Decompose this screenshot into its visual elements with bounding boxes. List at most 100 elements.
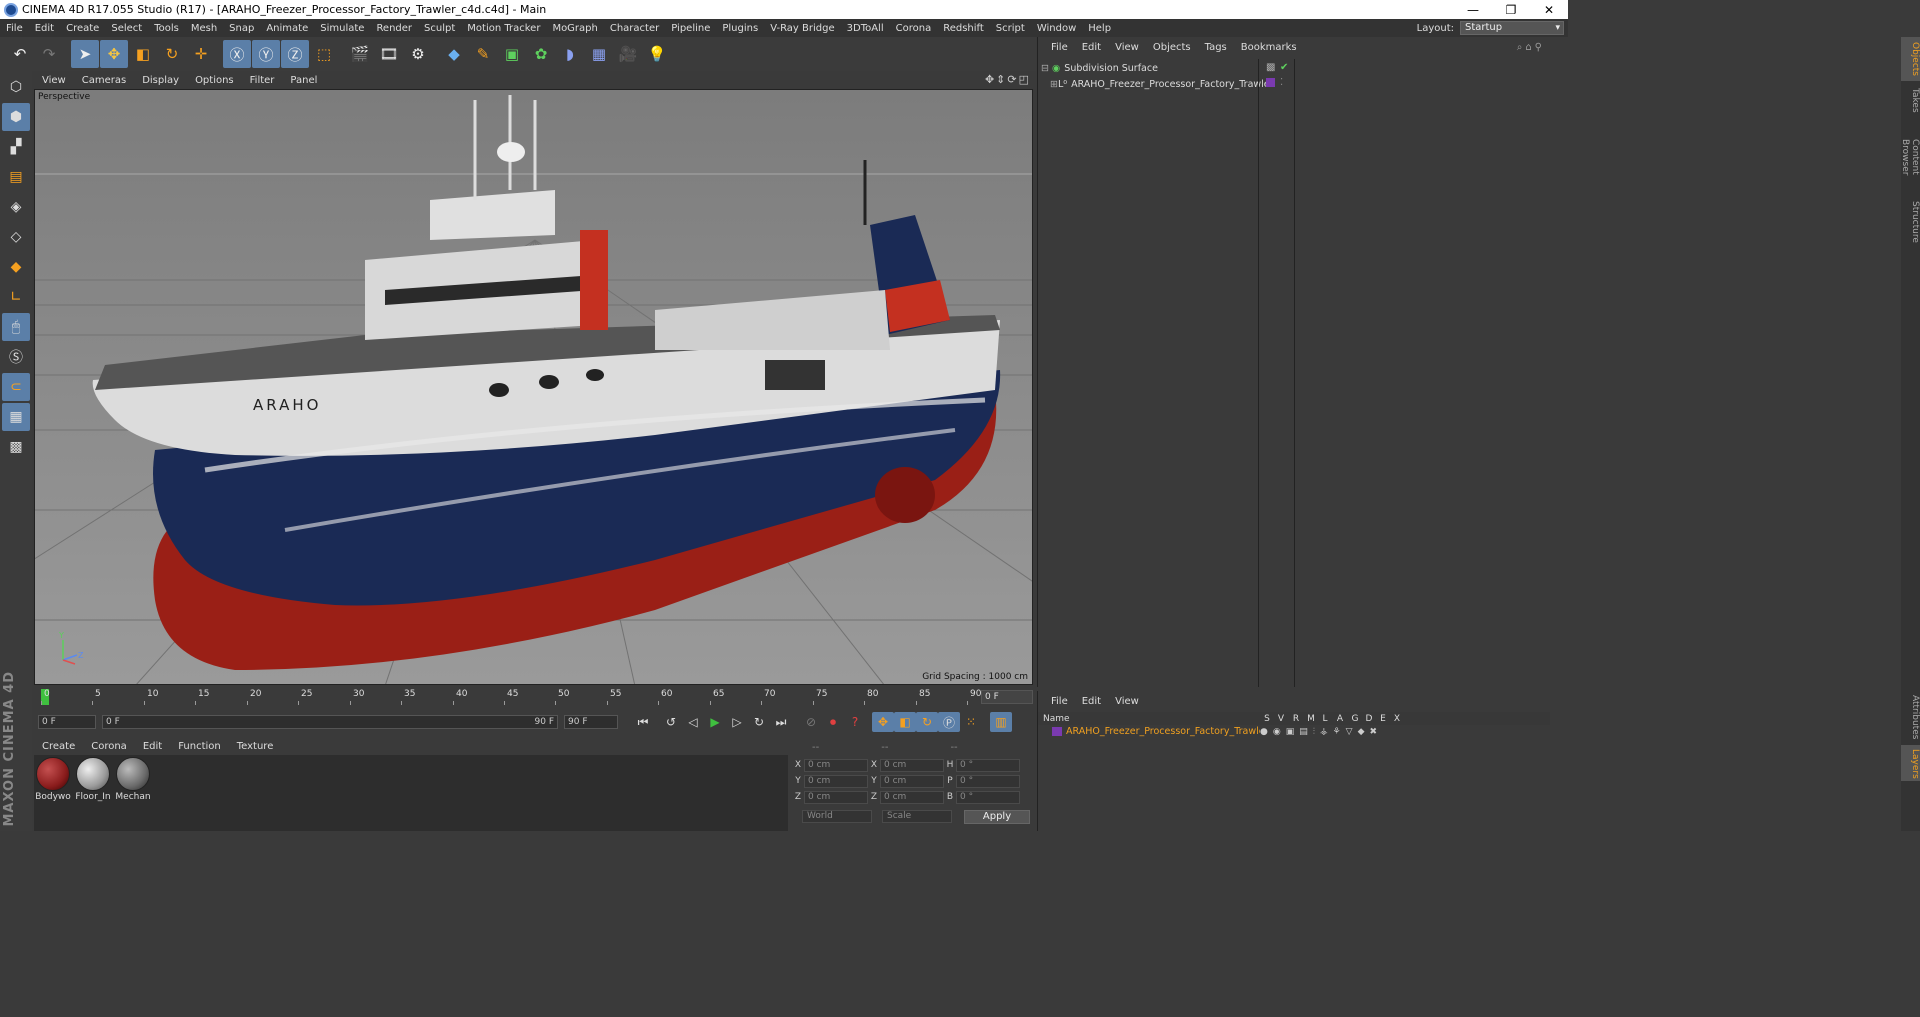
rotation-h-field[interactable]: 0 °: [956, 758, 1020, 772]
select-arrow-icon[interactable]: ➤: [71, 40, 99, 68]
make-editable-icon[interactable]: ⬡: [2, 73, 30, 101]
layer-color-swatch[interactable]: [1266, 78, 1275, 87]
menu-redshift[interactable]: Redshift: [937, 23, 990, 34]
rotation-p-field[interactable]: 0 °: [956, 774, 1020, 788]
subdivision-icon[interactable]: ▣: [498, 40, 526, 68]
menu-pipeline[interactable]: Pipeline: [665, 23, 716, 34]
coordinate-system-icon[interactable]: ⬚: [310, 40, 338, 68]
obj-menu-edit[interactable]: Edit: [1075, 42, 1108, 53]
obj-menu-objects[interactable]: Objects: [1146, 42, 1198, 53]
axis-mode-icon[interactable]: ∟: [2, 283, 30, 311]
lock-workplane-icon[interactable]: ▦: [2, 403, 30, 431]
autokey-icon[interactable]: ?: [844, 712, 866, 732]
keyframe-icon[interactable]: ⊘: [800, 712, 822, 732]
start-frame-field[interactable]: 0 F: [38, 715, 96, 729]
rotation-b-field[interactable]: 0 °: [956, 790, 1020, 804]
next-key-icon[interactable]: ↻: [748, 712, 770, 732]
light-icon[interactable]: 💡: [643, 40, 671, 68]
pen-spline-icon[interactable]: ✎: [469, 40, 497, 68]
snap-icon[interactable]: Ⓢ: [2, 343, 30, 371]
menu-render[interactable]: Render: [370, 23, 418, 34]
scale-select[interactable]: Scale: [882, 810, 952, 823]
material-item[interactable]: Mechan: [114, 757, 152, 802]
magnet-icon[interactable]: ⊂: [2, 373, 30, 401]
layer-name[interactable]: ARAHO_Freezer_Processor_Factory_Trawler: [1062, 726, 1260, 737]
rotate-icon[interactable]: ↻: [158, 40, 186, 68]
mat-menu-function[interactable]: Function: [170, 741, 229, 752]
key-scale-icon[interactable]: ◧: [894, 712, 916, 732]
visibility-dots-icon[interactable]: ⁚: [1280, 77, 1283, 88]
menu-tools[interactable]: Tools: [148, 23, 185, 34]
render-settings-icon[interactable]: ⚙: [404, 40, 432, 68]
go-to-start-icon[interactable]: ⏮: [632, 712, 654, 732]
vp-menu-display[interactable]: Display: [134, 75, 187, 86]
key-pla-icon[interactable]: ⁙: [960, 712, 982, 732]
menu-animate[interactable]: Animate: [260, 23, 314, 34]
tweak-mode-icon[interactable]: 🖱: [2, 313, 30, 341]
workplane-icon[interactable]: ▤: [2, 163, 30, 191]
menu-3dtoall[interactable]: 3DToAll: [841, 23, 890, 34]
menu-character[interactable]: Character: [604, 23, 665, 34]
camera-icon[interactable]: 🎥: [614, 40, 642, 68]
undo-icon[interactable]: ↶: [6, 40, 34, 68]
tab-attributes[interactable]: Attributes: [1901, 691, 1920, 743]
floor-icon[interactable]: ▦: [585, 40, 613, 68]
material-item[interactable]: Floor_In: [74, 757, 112, 802]
render-picture-viewer-icon[interactable]: 🎞: [375, 40, 403, 68]
key-rotation-icon[interactable]: ↻: [916, 712, 938, 732]
tab-structure[interactable]: Structure: [1901, 197, 1920, 243]
vp-menu-panel[interactable]: Panel: [282, 75, 325, 86]
z-axis-lock-icon[interactable]: Ⓩ: [281, 40, 309, 68]
expand-icon[interactable]: ⊞: [1050, 79, 1058, 90]
viewport-navigation-icons[interactable]: ✥⇕⟳◰: [985, 73, 1031, 86]
end-frame-field[interactable]: 90 F: [564, 715, 618, 729]
apply-button[interactable]: Apply: [964, 810, 1030, 824]
menu-create[interactable]: Create: [60, 23, 105, 34]
position-y-field[interactable]: 0 cm: [804, 774, 868, 788]
obj-menu-bookmarks[interactable]: Bookmarks: [1234, 42, 1304, 53]
menu-plugins[interactable]: Plugins: [716, 23, 764, 34]
array-icon[interactable]: ✿: [527, 40, 555, 68]
obj-menu-view[interactable]: View: [1108, 42, 1146, 53]
menu-select[interactable]: Select: [105, 23, 148, 34]
size-y-field[interactable]: 0 cm: [880, 774, 944, 788]
visibility-toggle-icon[interactable]: ▩: [1266, 62, 1275, 73]
layer-menu-file[interactable]: File: [1044, 696, 1075, 707]
current-frame-field[interactable]: 0 F: [981, 690, 1033, 704]
key-param-icon[interactable]: Ⓟ: [938, 712, 960, 732]
cube-icon[interactable]: ◆: [440, 40, 468, 68]
menu-mesh[interactable]: Mesh: [185, 23, 223, 34]
planar-workplane-icon[interactable]: ▩: [2, 433, 30, 461]
layer-toggle-icons[interactable]: ●◉▣▤⫶⚶⚘▽◆✖: [1260, 727, 1382, 737]
obj-manager-search-icons[interactable]: ⌕⌂⚲: [1517, 42, 1545, 53]
size-z-field[interactable]: 0 cm: [880, 790, 944, 804]
transform-icon[interactable]: ✛: [187, 40, 215, 68]
menu-script[interactable]: Script: [990, 23, 1031, 34]
minimize-button[interactable]: —: [1454, 0, 1492, 19]
deformer-icon[interactable]: ◗: [556, 40, 584, 68]
menu-edit[interactable]: Edit: [29, 23, 60, 34]
redo-icon[interactable]: ↷: [35, 40, 63, 68]
y-axis-lock-icon[interactable]: Ⓨ: [252, 40, 280, 68]
material-item[interactable]: Bodywo: [34, 757, 72, 802]
tab-content-browser[interactable]: Content Browser: [1900, 119, 1920, 195]
mat-menu-create[interactable]: Create: [34, 741, 83, 752]
frame-range-slider[interactable]: 0 F 90 F: [102, 715, 558, 729]
move-icon[interactable]: ✥: [100, 40, 128, 68]
vp-menu-view[interactable]: View: [34, 75, 74, 86]
play-icon[interactable]: ▶: [704, 712, 726, 732]
mat-menu-edit[interactable]: Edit: [135, 741, 170, 752]
go-to-end-icon[interactable]: ⏭: [770, 712, 792, 732]
timeline-ruler[interactable]: 0 5 10 15 20 25 30 35 40 45 50 55 60 65 70 75 80 85 90 0 F: [34, 689, 1035, 707]
object-row[interactable]: ⊞ L⁰ ARAHO_Freezer_Processor_Factory_Tra…: [1038, 77, 1274, 92]
tab-objects[interactable]: Objects: [1901, 37, 1920, 81]
menu-vray-bridge[interactable]: V-Ray Bridge: [764, 23, 840, 34]
layer-color-swatch[interactable]: [1052, 727, 1062, 736]
layer-menu-edit[interactable]: Edit: [1075, 696, 1108, 707]
menu-file[interactable]: File: [0, 23, 29, 34]
timeline-window-icon[interactable]: ▥: [990, 712, 1012, 732]
texture-mode-icon[interactable]: ▞: [2, 133, 30, 161]
mat-menu-corona[interactable]: Corona: [83, 741, 135, 752]
tab-takes[interactable]: Takes: [1901, 83, 1920, 117]
menu-motion-tracker[interactable]: Motion Tracker: [461, 23, 546, 34]
